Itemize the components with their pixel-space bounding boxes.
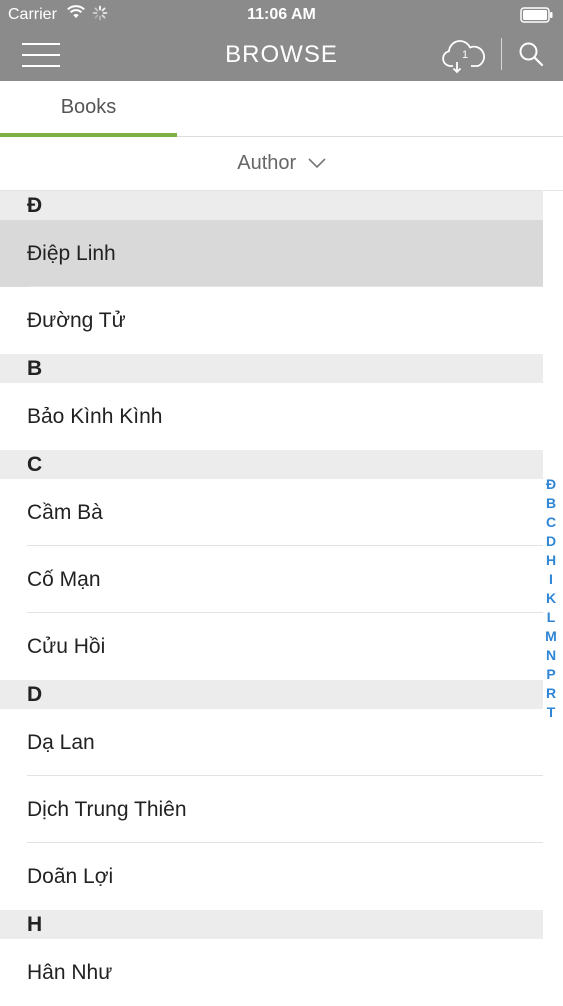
chevron-down-icon [308,136,326,189]
status-bar: Carrier 11:06 AM [0,0,563,30]
author-row[interactable]: Bảo Kình Kình [0,383,543,450]
index-letter[interactable]: K [546,589,556,608]
index-letter[interactable]: R [546,684,556,703]
tab-books[interactable]: Books [0,81,177,137]
cloud-download-icon[interactable]: 1 [441,36,487,79]
index-letter[interactable]: I [549,570,553,589]
author-row[interactable]: Cầm Bà [0,479,543,546]
author-row[interactable]: Đường Tử [0,287,543,354]
clock: 11:06 AM [247,6,316,23]
author-row[interactable]: Dịch Trung Thiên [0,776,543,843]
index-letter[interactable]: C [546,513,556,532]
author-row[interactable]: Cố Mạn [0,546,543,613]
tab-books-label: Books [60,96,117,118]
section-header: B [0,354,543,383]
section-header: Đ [0,191,543,220]
author-row[interactable]: Điệp Linh [0,220,543,287]
search-icon[interactable] [518,41,544,72]
navigation-bar: BROWSE 1 [0,30,563,81]
sort-label: Author [237,152,297,174]
index-letter[interactable]: B [546,494,556,513]
index-letter[interactable]: P [546,665,555,684]
author-list: Đ Điệp Linh Đường Tử B Bảo Kình Kình C Cầm Bà C… [0,191,543,1006]
index-letter[interactable]: M [545,627,557,646]
top-bar: Carrier 11:06 AM BROWSE 1 [0,0,563,81]
section-header: C [0,450,543,479]
section-header: H [0,910,543,939]
author-row[interactable]: Dạ Lan [0,709,543,776]
cloud-badge-count: 1 [462,49,468,61]
author-row[interactable]: Hân Như [0,939,543,1006]
index-letter[interactable]: T [547,703,556,722]
section-header: D [0,680,543,709]
tab-bar: Books [0,81,563,137]
nav-divider [501,38,502,70]
alphabet-index[interactable]: ĐBCDHIKLMNPRT [544,475,558,722]
battery-icon [520,7,554,28]
sort-selector[interactable]: Author [0,137,563,191]
index-letter[interactable]: Đ [546,475,556,494]
author-row[interactable]: Cửu Hồi [0,613,543,680]
index-letter[interactable]: N [546,646,556,665]
index-letter[interactable]: H [546,551,556,570]
author-row[interactable]: Doãn Lợi [0,843,543,910]
index-letter[interactable]: D [546,532,556,551]
index-letter[interactable]: L [547,608,556,627]
